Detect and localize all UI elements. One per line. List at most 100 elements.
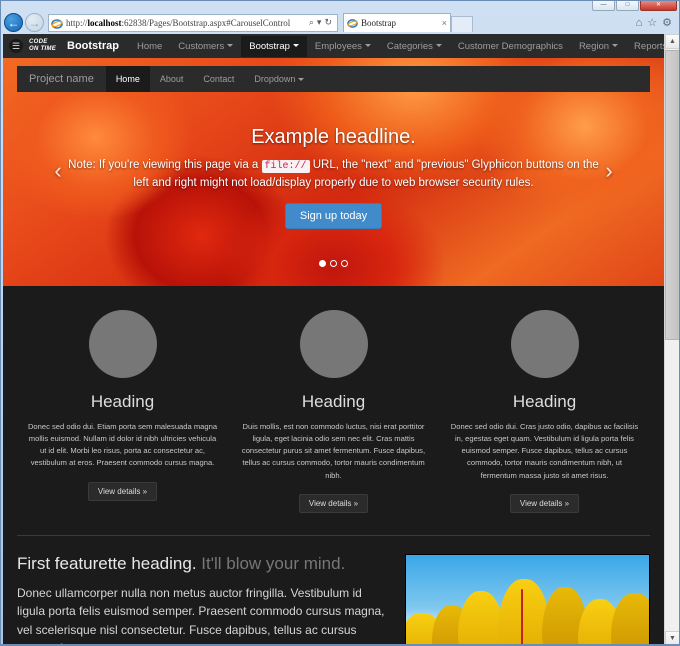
chevron-down-icon: [298, 78, 305, 82]
app-nav-item-label: Region: [578, 40, 610, 52]
view-details-button[interactable]: View details »: [87, 481, 158, 501]
tab-close-icon[interactable]: ×: [442, 18, 447, 28]
carousel-note: Note: If you're viewing this page via a …: [68, 159, 599, 189]
app-nav-item-label: Customer Demographics: [457, 40, 563, 52]
featurette-image-tulips: [405, 553, 650, 645]
featurette-subheading: It'll blow your mind.: [201, 553, 346, 573]
tab-favicon-icon: [347, 18, 358, 29]
web-page: ☰ CODE ON TIME Bootstrap Home Customers Bo…: [3, 34, 664, 645]
browser-window: — □ ✕ ← → http://localhost:62838/Pages/B…: [0, 0, 680, 646]
app-nav-item-region[interactable]: Region: [571, 36, 626, 57]
minimize-button[interactable]: —: [592, 1, 615, 11]
view-details-button[interactable]: View details »: [509, 493, 580, 513]
site-nav-item-home[interactable]: Home: [105, 66, 150, 92]
site-nav-item-about[interactable]: About: [150, 66, 194, 92]
url-text: http://localhost:62838/Pages/Bootstrap.a…: [66, 17, 291, 28]
address-bar[interactable]: http://localhost:62838/Pages/Bootstrap.a…: [48, 13, 338, 32]
app-nav-item-label: Bootstrap: [249, 40, 290, 52]
app-nav-item-label: Employees: [314, 40, 362, 52]
logo-line-1: CODE: [29, 39, 48, 45]
chevron-down-icon: [612, 44, 619, 48]
placeholder-circle-icon: [88, 310, 157, 378]
carousel-headline: Example headline.: [251, 126, 416, 148]
site-navbar-items: Home About Contact Dropdown: [105, 66, 315, 92]
app-nav-item-employees[interactable]: Employees: [307, 36, 379, 57]
window-bottom-edge: [1, 644, 679, 645]
column-heading: Heading: [90, 392, 155, 411]
close-window-button[interactable]: ✕: [640, 1, 677, 11]
app-navbar: ☰ CODE ON TIME Bootstrap Home Customers Bo…: [3, 34, 664, 58]
app-nav-item-bootstrap[interactable]: Bootstrap: [241, 35, 307, 57]
featurette-section: First featurette heading. It'll blow you…: [3, 536, 664, 645]
chevron-down-icon: [435, 44, 442, 48]
ie-logo-icon: [51, 17, 63, 29]
carousel-prev-icon[interactable]: ‹: [45, 156, 71, 186]
app-navbar-items: Home Customers Bootstrap Employees Categorie…: [129, 35, 664, 57]
app-nav-item-label: Customers: [178, 40, 225, 52]
featurette-body: Donec ullamcorper nulla non metus auctor…: [17, 585, 385, 645]
tab-strip: Bootstrap ×: [343, 13, 473, 32]
new-tab-button[interactable]: [451, 16, 473, 32]
app-nav-item-reports[interactable]: Reports: [626, 36, 664, 57]
page-scrollbar[interactable]: ▲ ▼: [664, 34, 679, 645]
tab-bootstrap[interactable]: Bootstrap ×: [343, 13, 451, 32]
column-heading: Heading: [512, 392, 577, 411]
app-nav-item-label: Home: [136, 40, 163, 52]
carousel-indicator-2[interactable]: [341, 260, 348, 267]
hamburger-menu-icon[interactable]: ☰: [9, 39, 23, 53]
app-brand-title: Bootstrap: [67, 40, 119, 52]
placeholder-circle-icon: [299, 310, 368, 378]
marketing-column-2: Heading Duis mollis, est non commodo luct…: [228, 310, 439, 513]
view-details-button[interactable]: View details »: [298, 493, 369, 513]
app-nav-item-home[interactable]: Home: [129, 36, 170, 57]
back-button[interactable]: ←: [4, 13, 23, 32]
marketing-column-3: Heading Donec sed odio dui. Cras justo od…: [439, 310, 650, 513]
chevron-down-icon: [292, 44, 299, 48]
column-body: Donec sed odio dui. Cras justo odio, dap…: [450, 422, 639, 480]
code-on-time-logo: CODE ON TIME: [27, 38, 63, 54]
chevron-down-icon: [227, 44, 234, 48]
address-bar-actions: ⌕ ▾ ↻: [306, 17, 335, 28]
site-nav-item-label: Home: [115, 74, 140, 84]
file-url-code: file://: [261, 160, 310, 173]
page-viewport: ☰ CODE ON TIME Bootstrap Home Customers Bo…: [3, 34, 679, 645]
site-nav-item-label: Dropdown: [254, 74, 296, 84]
project-name-brand[interactable]: Project name: [17, 73, 106, 85]
featurette-text: First featurette heading. It'll blow you…: [17, 553, 391, 645]
column-body: Donec sed odio dui. Etiam porta sem male…: [27, 422, 218, 468]
signup-button[interactable]: Sign up today: [284, 203, 383, 230]
app-nav-item-label: Reports: [634, 40, 664, 52]
app-nav-item-customers[interactable]: Customers: [170, 36, 241, 57]
forward-button[interactable]: →: [25, 13, 44, 32]
refresh-icon[interactable]: ↻: [324, 17, 332, 28]
app-nav-item-label: Categories: [386, 40, 433, 52]
maximize-button[interactable]: □: [616, 1, 639, 11]
browser-toolbar: ← → http://localhost:62838/Pages/Bootstr…: [1, 12, 679, 33]
carousel-indicator-0[interactable]: [319, 260, 326, 267]
app-nav-item-customer-demographics[interactable]: Customer Demographics: [450, 36, 571, 57]
site-nav-item-label: About: [159, 74, 184, 84]
carousel-caption: Example headline. Note: If you're viewin…: [63, 126, 604, 230]
carousel-indicator-1[interactable]: [330, 260, 337, 267]
dropdown-caret-icon[interactable]: ▾: [317, 17, 322, 28]
scrollbar-thumb[interactable]: [665, 50, 679, 340]
tab-title: Bootstrap: [361, 18, 396, 28]
window-controls: — □ ✕: [592, 1, 677, 11]
scroll-up-icon[interactable]: ▲: [665, 34, 679, 49]
site-nav-item-label: Contact: [203, 74, 235, 84]
column-heading: Heading: [301, 392, 366, 411]
carousel-next-icon[interactable]: ›: [596, 156, 622, 186]
home-icon[interactable]: ⌂: [636, 17, 643, 29]
site-nav-item-dropdown[interactable]: Dropdown: [244, 66, 314, 92]
marketing-column-1: Heading Donec sed odio dui. Etiam porta s…: [17, 310, 228, 513]
site-nav-item-contact[interactable]: Contact: [193, 66, 244, 92]
featurette-heading: First featurette heading. It'll blow you…: [17, 553, 346, 573]
carousel-indicators: [3, 254, 664, 272]
tools-gear-icon[interactable]: ⚙: [662, 16, 672, 29]
app-nav-item-categories[interactable]: Categories: [379, 36, 450, 57]
search-icon[interactable]: ⌕: [309, 17, 314, 28]
chevron-down-icon: [364, 44, 371, 48]
browser-command-bar: ⌂ ☆ ⚙: [636, 16, 676, 30]
site-navbar: Project name Home About Contact Dropdown: [17, 66, 650, 92]
favorites-star-icon[interactable]: ☆: [647, 16, 657, 29]
